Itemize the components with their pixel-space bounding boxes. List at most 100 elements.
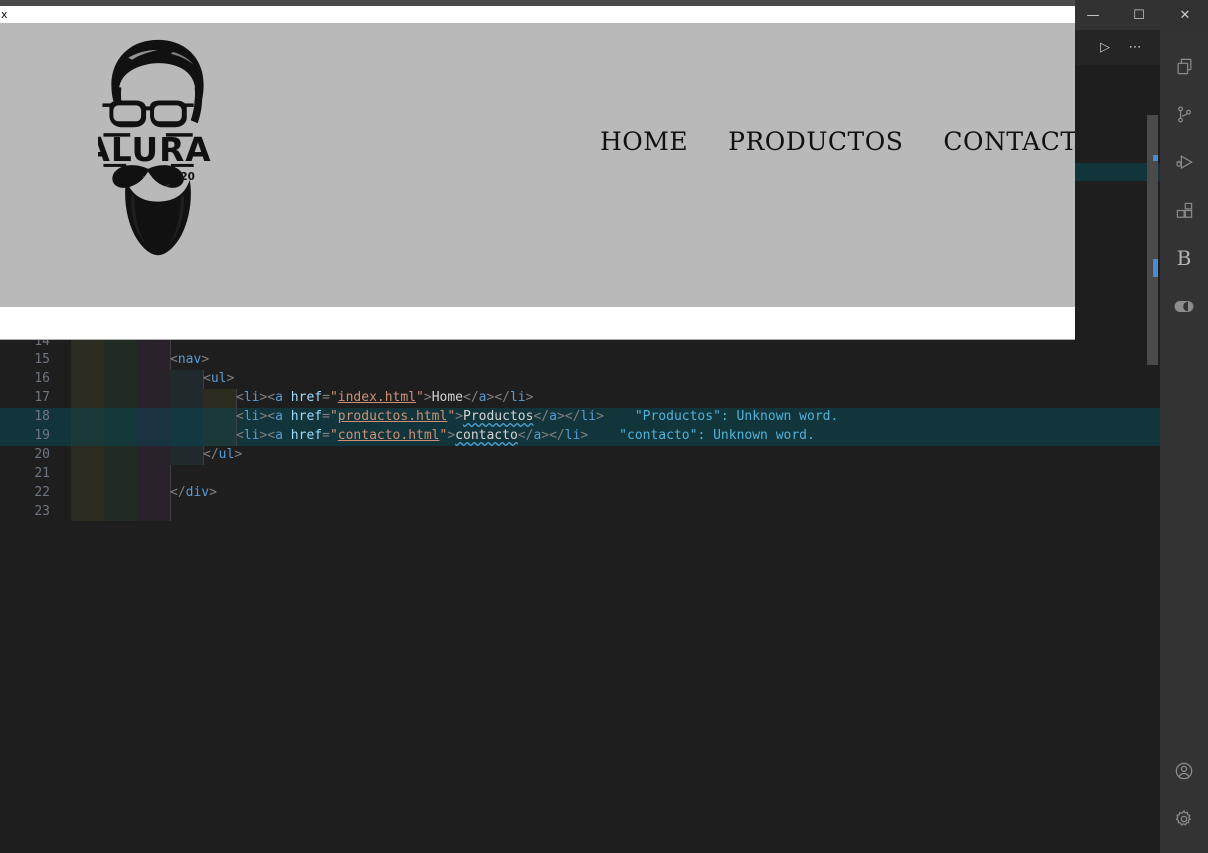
bootstrap-b-icon[interactable]: B [1160,234,1208,282]
code-token: li [243,390,260,406]
editor-scrollbar[interactable] [1146,87,1160,853]
indent-guide-block [71,389,104,409]
code-text: </ul> [203,446,242,465]
extensions-icon[interactable] [1160,186,1208,234]
line-number: 19 [34,428,50,444]
code-line[interactable]: 23 [0,502,1160,522]
indent-guide-block [71,427,104,446]
code-line[interactable]: 20 </ul> [0,445,1160,465]
indent-guide-block [71,464,104,484]
indent-guide-line [170,502,171,522]
settings-gear-icon[interactable] [1160,795,1208,843]
window-controls[interactable]: — ☐ ✕ [1070,0,1208,30]
svg-text:ALURA: ALURA [98,131,212,169]
code-line[interactable]: 16 <ul> [0,370,1160,390]
code-line[interactable]: 15 <nav> [0,351,1160,371]
indent-guide-block [170,408,203,428]
run-and-debug-icon[interactable] [1160,138,1208,186]
line-number: 22 [34,484,50,500]
code-token: li [564,428,581,444]
indent-guide-block [203,408,236,428]
toggle-contrast-icon[interactable] [1160,282,1208,330]
indent-guide-block [71,445,104,465]
code-token: < [203,371,211,387]
code-token: > [596,409,604,425]
maximize-button[interactable]: ☐ [1116,0,1162,30]
code-text: <ul> [203,370,234,389]
code-line[interactable]: 21 [0,464,1160,484]
line-number: 21 [34,465,50,481]
more-actions-button[interactable]: ⋯ [1124,37,1146,59]
code-token: > [580,428,589,444]
code-token: = [322,390,330,406]
code-token: " [447,409,456,425]
nav-link-home[interactable]: HOME [600,127,688,156]
code-token: </ [533,409,550,425]
nav-link-productos[interactable]: PRODUCTOS [728,127,903,156]
indent-guide-block [104,370,137,390]
code-token: a [478,390,487,406]
indent-guide-block [104,389,137,409]
code-line[interactable]: 17 <li><a href="index.html">Home</a></li> [0,389,1160,409]
indent-guide-block [71,502,104,522]
code-token: >< [259,428,276,444]
scrollbar-thumb[interactable] [1147,115,1158,365]
code-line[interactable]: 19 <li><a href="contacto.html">contacto</… [0,427,1160,446]
code-token: < [236,428,244,444]
indent-guide-block [104,351,137,371]
site-nav[interactable]: HOME PRODUCTOS CONTACTO [600,127,1075,156]
source-control-icon[interactable] [1160,90,1208,138]
indent-guide-block [71,483,104,503]
indent-guide-block [137,408,170,428]
code-token: a [275,409,283,425]
indent-guide-block [203,389,236,409]
indent-guide-block [137,483,170,503]
code-token: > [455,409,463,425]
code-token: href [282,390,323,406]
copy-files-icon[interactable] [1160,42,1208,90]
indent-guide-block [104,408,137,428]
web-page-header: ALURA ESTD 2020 HOME PRODUCTOS [0,23,1075,307]
run-file-button[interactable]: ▷ [1094,37,1116,59]
code-token: = [322,409,330,425]
code-token: > [447,428,456,444]
indent-guide-block [104,483,137,503]
minimize-button[interactable]: — [1070,0,1116,30]
code-token: > [234,446,243,462]
code-token: " [329,390,338,406]
indent-guide-block [170,445,203,465]
close-icon[interactable]: x [1,6,8,23]
code-token: ul [210,371,227,387]
indent-guide-block [137,370,170,390]
line-number: 23 [34,503,50,519]
code-text: </div> [170,484,217,503]
line-number: 15 [34,352,50,368]
code-token: >< [259,409,276,425]
indent-guide-block [137,502,170,522]
code-token: ul [218,446,235,462]
browser-window-overlay[interactable]: x LURA HOME PRODUCTOS CONTAC [0,0,1075,340]
code-token: href [282,428,323,444]
code-line[interactable]: 22 </div> [0,483,1160,503]
activity-bar-right[interactable]: B [1160,30,1208,853]
code-token: ></ [541,428,565,444]
indent-guide-block [137,389,170,409]
code-text: <li><a href="contacto.html">contacto</a>… [236,427,588,446]
indent-guide-block [104,464,137,484]
accounts-icon[interactable] [1160,747,1208,795]
line-number: 17 [34,390,50,406]
code-token: > [423,390,432,406]
code-line[interactable]: 18 <li><a href="productos.html">Productos… [0,408,1160,428]
browser-toolbar[interactable]: x [0,6,1075,23]
scrollbar-marker [1153,259,1158,277]
code-token: a [275,428,283,444]
code-token: Productos [463,409,534,425]
indent-guide-block [104,445,137,465]
line-number: 20 [34,446,50,462]
indent-guide-block [170,427,203,446]
indent-guide-block [137,464,170,484]
close-button[interactable]: ✕ [1162,0,1208,30]
code-token: > [209,484,217,500]
nav-link-contacto[interactable]: CONTACTO [943,127,1075,156]
indent-guide-block [71,370,104,390]
